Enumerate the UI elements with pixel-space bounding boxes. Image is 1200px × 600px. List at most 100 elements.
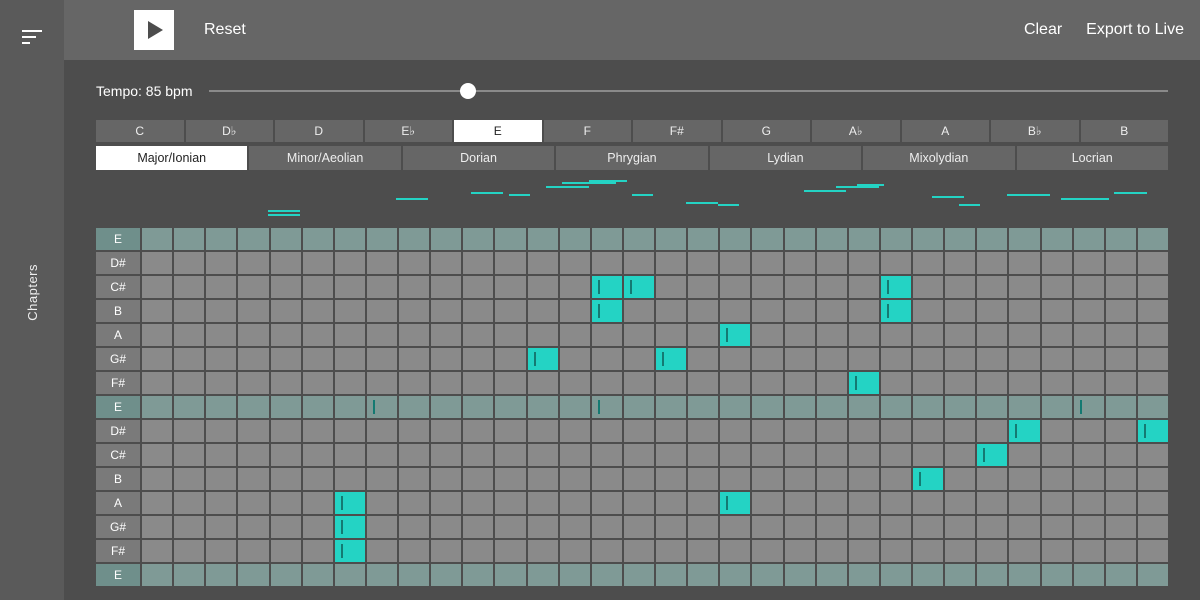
grid-cell[interactable] [528,516,558,538]
grid-cell[interactable] [1042,324,1072,346]
grid-cell[interactable] [303,492,333,514]
grid-cell[interactable] [1009,564,1039,586]
grid-cell[interactable] [817,444,847,466]
grid-cell[interactable] [624,540,654,562]
grid-cell[interactable] [1106,516,1136,538]
grid-cell[interactable] [624,516,654,538]
grid-cell[interactable] [1042,516,1072,538]
grid-cell[interactable] [528,348,558,370]
grid-cell[interactable] [206,444,236,466]
grid-cell[interactable] [1138,420,1168,442]
grid-cell[interactable] [1074,444,1104,466]
grid-cell[interactable] [174,444,204,466]
grid-cell[interactable] [1138,540,1168,562]
grid-cell[interactable] [881,444,911,466]
grid-cell[interactable] [913,564,943,586]
grid-cell[interactable] [977,516,1007,538]
grid-cell[interactable] [142,252,172,274]
grid-cell[interactable] [431,300,461,322]
grid-cell[interactable] [817,396,847,418]
grid-cell[interactable] [720,396,750,418]
grid-cell[interactable] [495,540,525,562]
grid-cell[interactable] [238,420,268,442]
grid-cell[interactable] [528,228,558,250]
grid-cell[interactable] [752,516,782,538]
grid-cell[interactable] [913,468,943,490]
grid-cell[interactable] [560,252,590,274]
key-Bb[interactable]: B♭ [991,120,1079,142]
grid-cell[interactable] [881,228,911,250]
grid-cell[interactable] [1138,228,1168,250]
grid-cell[interactable] [1009,420,1039,442]
grid-cell[interactable] [399,564,429,586]
grid-cell[interactable] [495,300,525,322]
grid-cell[interactable] [592,372,622,394]
grid-cell[interactable] [463,444,493,466]
grid-cell[interactable] [881,348,911,370]
grid-cell[interactable] [1009,324,1039,346]
grid-cell[interactable] [463,468,493,490]
grid-cell[interactable] [399,420,429,442]
grid-cell[interactable] [720,516,750,538]
grid-cell[interactable] [1042,300,1072,322]
grid-cell[interactable] [238,540,268,562]
grid-cell[interactable] [913,324,943,346]
grid-cell[interactable] [720,492,750,514]
grid-cell[interactable] [367,420,397,442]
grid-cell[interactable] [849,300,879,322]
grid-cell[interactable] [495,564,525,586]
grid-cell[interactable] [399,468,429,490]
export-button[interactable]: Export to Live [1086,21,1184,39]
grid-cell[interactable] [560,276,590,298]
grid-cell[interactable] [1074,228,1104,250]
key-C[interactable]: C [96,120,184,142]
grid-cell[interactable] [945,420,975,442]
grid-cell[interactable] [913,276,943,298]
grid-cell[interactable] [174,228,204,250]
grid-cell[interactable] [656,444,686,466]
grid-cell[interactable] [849,468,879,490]
grid-cell[interactable] [367,516,397,538]
grid-cell[interactable] [174,348,204,370]
grid-cell[interactable] [1042,564,1072,586]
grid-cell[interactable] [431,564,461,586]
grid-cell[interactable] [656,420,686,442]
grid-cell[interactable] [752,540,782,562]
grid-cell[interactable] [335,420,365,442]
grid-cell[interactable] [688,516,718,538]
grid-cell[interactable] [849,444,879,466]
grid-cell[interactable] [752,468,782,490]
grid-cell[interactable] [1138,372,1168,394]
grid-cell[interactable] [367,228,397,250]
grid-cell[interactable] [399,396,429,418]
grid-cell[interactable] [624,252,654,274]
grid-cell[interactable] [1074,276,1104,298]
grid-cell[interactable] [945,300,975,322]
grid-cell[interactable] [1106,396,1136,418]
mode-dorian[interactable]: Dorian [403,146,554,170]
grid-cell[interactable] [335,444,365,466]
grid-cell[interactable] [367,396,397,418]
grid-cell[interactable] [495,228,525,250]
grid-cell[interactable] [1042,372,1072,394]
grid-cell[interactable] [752,372,782,394]
grid-cell[interactable] [303,252,333,274]
grid-cell[interactable] [881,252,911,274]
grid-cell[interactable] [913,252,943,274]
grid-cell[interactable] [1106,348,1136,370]
grid-cell[interactable] [849,492,879,514]
grid-cell[interactable] [335,468,365,490]
grid-cell[interactable] [367,444,397,466]
grid-cell[interactable] [560,372,590,394]
grid-cell[interactable] [142,324,172,346]
grid-cell[interactable] [142,276,172,298]
grid-cell[interactable] [720,468,750,490]
grid-cell[interactable] [206,300,236,322]
grid-cell[interactable] [881,372,911,394]
grid-cell[interactable] [656,228,686,250]
grid-cell[interactable] [142,564,172,586]
mode-phrygian[interactable]: Phrygian [556,146,707,170]
grid-cell[interactable] [752,444,782,466]
grid-cell[interactable] [206,468,236,490]
grid-cell[interactable] [913,492,943,514]
